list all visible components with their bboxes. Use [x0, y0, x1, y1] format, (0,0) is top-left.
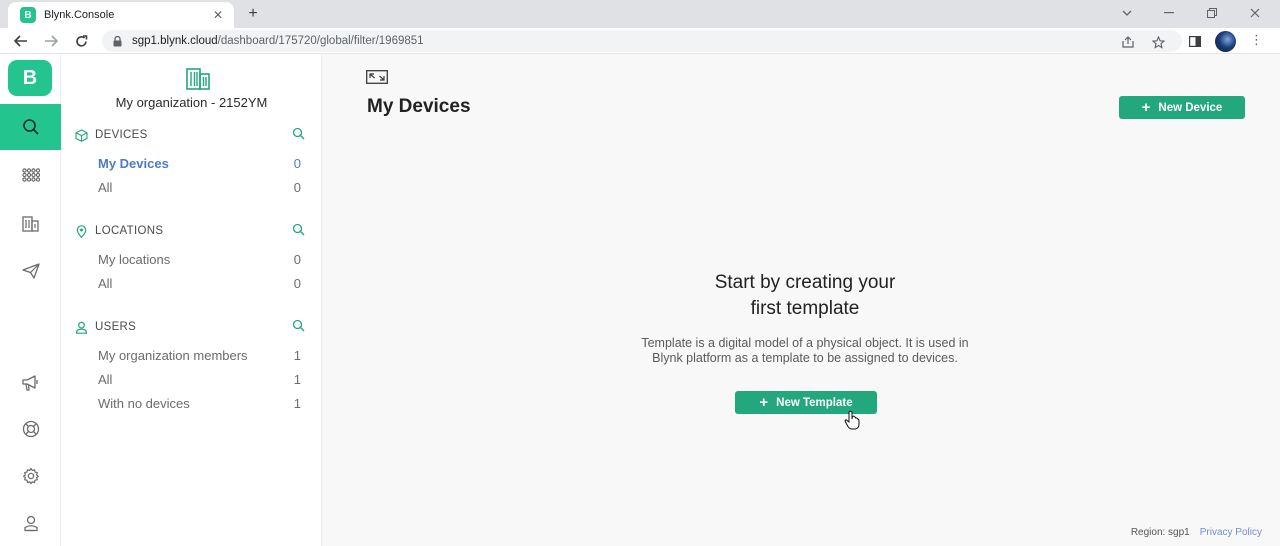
nav-profile[interactable] [0, 500, 61, 546]
sidebar-item-count: 1 [293, 371, 301, 387]
nav-send[interactable] [0, 248, 61, 294]
nav-settings[interactable] [0, 453, 61, 499]
nav-help[interactable] [0, 406, 61, 452]
page-title: My Devices [367, 96, 471, 117]
nav-search[interactable] [0, 104, 61, 150]
plus-icon: + [759, 394, 769, 411]
tab-title: Blynk.Console [44, 9, 115, 21]
restore-icon[interactable] [1202, 4, 1222, 22]
sidebar-item-count: 1 [293, 395, 301, 411]
search-icon[interactable] [292, 127, 305, 140]
sidebar-item-count: 0 [293, 251, 301, 267]
locations-section-title: LOCATIONS [95, 225, 164, 237]
organization-icon [186, 68, 210, 90]
tab-close-icon[interactable]: ✕ [210, 7, 226, 23]
region-label: Region: sgp1 [1130, 527, 1190, 538]
sidebar-item-label: My organization members [98, 347, 248, 363]
nav-organizations[interactable] [0, 200, 61, 246]
new-device-button[interactable]: + New Device [1119, 96, 1245, 119]
users-section-header: USERS [75, 319, 305, 335]
sidebar-item-label: All [98, 275, 113, 291]
privacy-policy-link[interactable]: Privacy Policy [1200, 527, 1262, 538]
sidebar-item-all-users[interactable]: All 1 [98, 370, 301, 388]
building-icon [22, 215, 39, 232]
sidebar-item-org-members[interactable]: My organization members 1 [98, 346, 301, 364]
devices-section-title: DEVICES [95, 129, 148, 141]
sidebar-item-my-devices[interactable]: My Devices 0 [98, 154, 301, 172]
user-account-icon [23, 515, 38, 532]
sidebar-item-label: My locations [98, 251, 171, 267]
plus-icon: + [1141, 99, 1151, 116]
browser-tab[interactable]: B Blynk.Console ✕ [8, 2, 234, 28]
megaphone-icon [22, 375, 38, 391]
forward-icon[interactable] [42, 32, 60, 50]
user-icon [75, 321, 88, 334]
sidebar-item-all-locations[interactable]: All 0 [98, 274, 301, 292]
sidebar-item-count: 1 [293, 347, 301, 363]
sidebar-item-label: All [98, 179, 113, 195]
filter-sidebar: My organization - 2152YM DEVICES My Devi… [61, 54, 322, 546]
new-tab-button[interactable]: + [244, 5, 262, 23]
back-icon[interactable] [12, 32, 30, 50]
profile-avatar[interactable] [1215, 31, 1236, 52]
browser-menu-icon[interactable]: ⋮ [1250, 32, 1263, 48]
grid-icon [21, 168, 40, 182]
locations-section-header: LOCATIONS [75, 223, 305, 239]
side-panel-icon[interactable] [1187, 33, 1203, 49]
reload-icon[interactable] [72, 32, 90, 50]
search-icon[interactable] [292, 223, 305, 236]
cube-icon [75, 128, 88, 142]
hand-cursor-icon [844, 410, 860, 430]
main-nav-rail: B [0, 54, 61, 546]
url-text: sgp1.blynk.cloud/dashboard/175720/global… [132, 35, 424, 47]
sidebar-item-users-no-devices[interactable]: With no devices 1 [98, 394, 301, 412]
close-window-icon[interactable] [1245, 4, 1265, 22]
sidebar-item-label: My Devices [98, 155, 169, 171]
sidebar-item-count: 0 [293, 155, 301, 171]
devices-section-header: DEVICES [75, 127, 305, 143]
search-icon [22, 119, 39, 135]
paper-plane-icon [21, 263, 40, 279]
gear-icon [22, 467, 39, 485]
blynk-favicon-icon: B [20, 7, 36, 23]
sidebar-item-all-devices[interactable]: All 0 [98, 178, 301, 196]
address-bar[interactable]: sgp1.blynk.cloud/dashboard/175720/global… [102, 30, 1182, 52]
sidebar-item-my-locations[interactable]: My locations 0 [98, 250, 301, 268]
search-icon[interactable] [292, 319, 305, 332]
empty-state-description: Template is a digital model of a physica… [641, 336, 969, 365]
browser-tab-bar: B Blynk.Console ✕ + [0, 0, 1280, 28]
lock-icon[interactable] [112, 35, 122, 47]
footer: Region: sgp1 Privacy Policy [1131, 527, 1262, 538]
blynk-app: B My organization - 2152YM DEVICES My De… [0, 54, 1280, 546]
sidebar-item-label: With no devices [98, 395, 190, 411]
expand-icon[interactable] [366, 70, 388, 84]
new-template-label: New Template [776, 396, 853, 409]
bookmark-star-icon[interactable] [1150, 34, 1166, 50]
lifebuoy-icon [22, 420, 39, 438]
users-section-title: USERS [95, 321, 137, 333]
sidebar-item-label: All [98, 371, 113, 387]
blynk-logo[interactable]: B [8, 60, 52, 96]
new-device-label: New Device [1158, 101, 1223, 114]
share-icon[interactable] [1120, 34, 1136, 50]
minimize-icon[interactable] [1159, 4, 1179, 22]
nav-apps[interactable] [0, 152, 61, 198]
map-pin-icon [76, 224, 87, 238]
empty-state-title: Start by creating your first template [714, 272, 896, 319]
main-content: My Devices + New Device Start by creatin… [322, 54, 1280, 546]
nav-announcements[interactable] [0, 360, 61, 406]
browser-toolbar: sgp1.blynk.cloud/dashboard/175720/global… [0, 28, 1280, 54]
sidebar-item-count: 0 [293, 179, 301, 195]
sidebar-item-count: 0 [293, 275, 301, 291]
tab-search-icon[interactable] [1117, 4, 1137, 22]
organization-name[interactable]: My organization - 2152YM [61, 95, 322, 110]
